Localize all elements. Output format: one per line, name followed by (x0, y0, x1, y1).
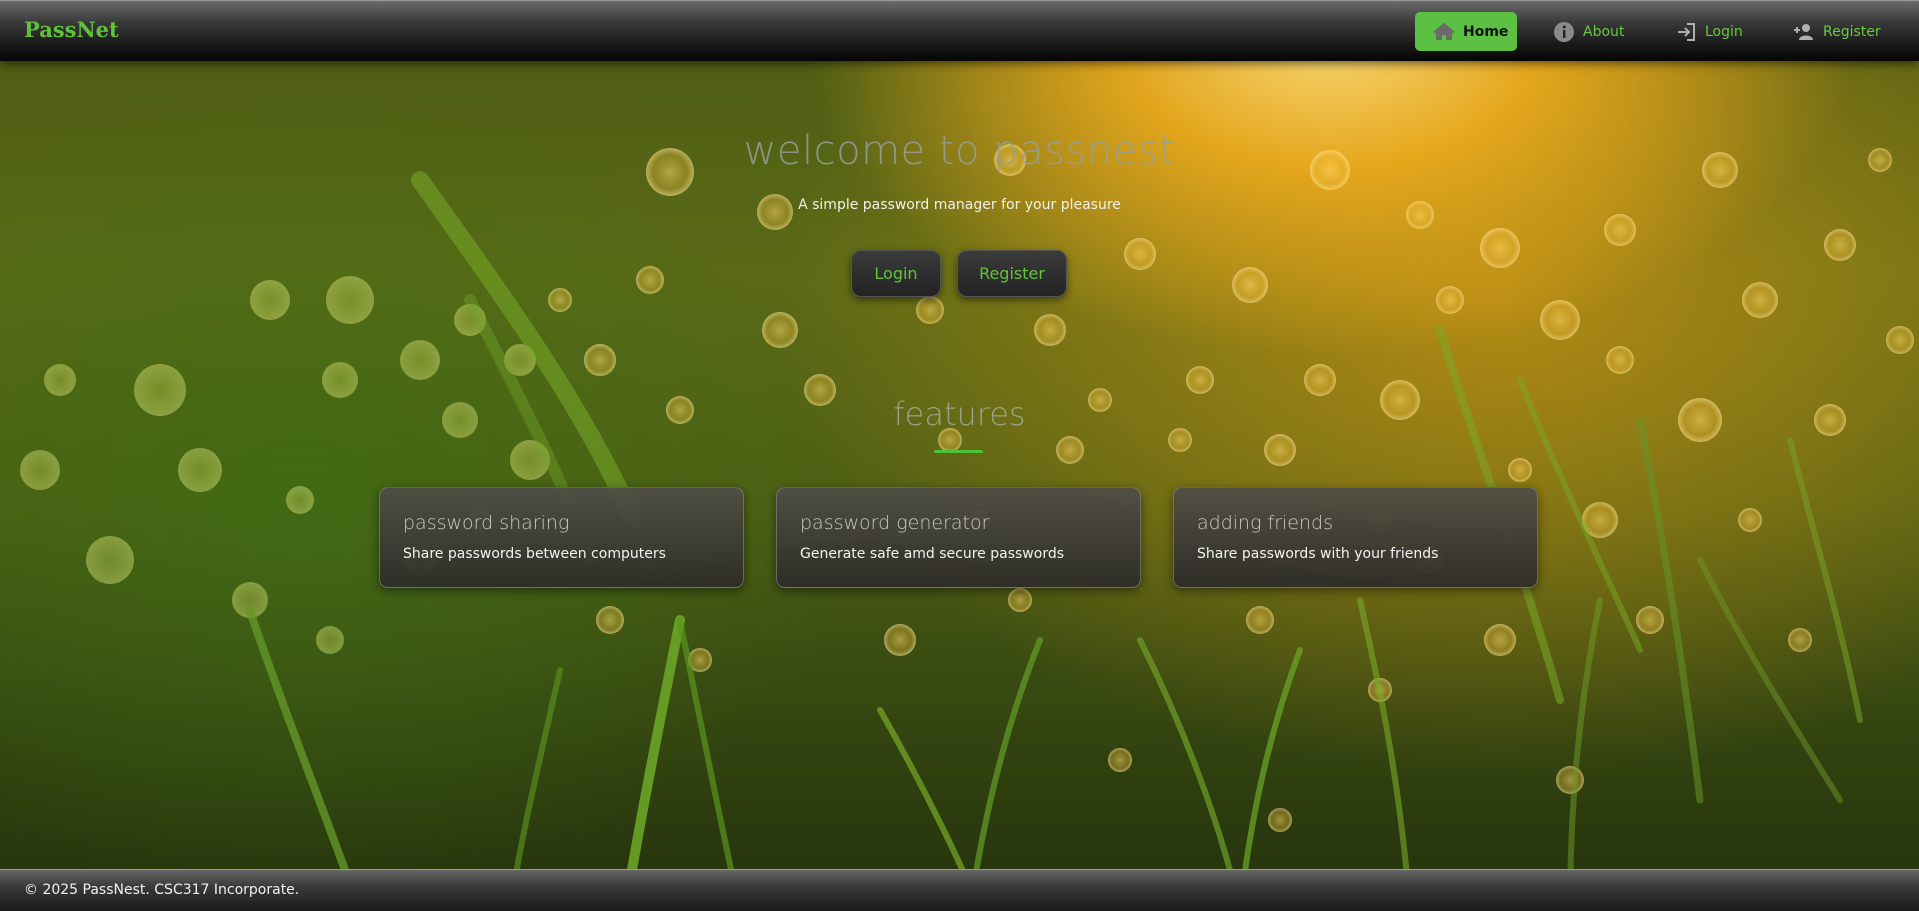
brand-logo[interactable]: PassNet (24, 17, 119, 42)
top-navbar: PassNet Home About Login Register (0, 0, 1919, 61)
page-footer: © 2025 PassNest. CSC317 Incorporate. (0, 869, 1919, 911)
nav-login[interactable]: Login (1657, 12, 1761, 51)
feature-card-description: Share passwords between computers (403, 546, 666, 562)
home-icon (1433, 21, 1455, 43)
nav-register-label: Register (1823, 23, 1881, 40)
nav-about-label: About (1583, 23, 1625, 40)
add-user-icon (1793, 21, 1815, 43)
nav-login-label: Login (1705, 23, 1743, 40)
feature-card-title: password sharing (403, 512, 570, 534)
hero-login-button[interactable]: Login (851, 250, 941, 297)
feature-card-description: Share passwords with your friends (1197, 546, 1439, 562)
nav-home[interactable]: Home (1415, 12, 1517, 51)
footer-copyright: © 2025 PassNest. CSC317 Incorporate. (24, 882, 300, 898)
features-underline (934, 450, 983, 453)
feature-card-adding-friends: adding friends Share passwords with your… (1173, 487, 1538, 588)
hero-subtitle: A simple password manager for your pleas… (798, 197, 1121, 213)
nav-about[interactable]: About (1535, 12, 1642, 51)
features-heading: features (893, 395, 1026, 433)
nav-home-label: Home (1463, 23, 1509, 40)
feature-card-password-generator: password generator Generate safe amd sec… (776, 487, 1141, 588)
feature-card-password-sharing: password sharing Share passwords between… (379, 487, 744, 588)
hero-title: welcome to passnest (743, 128, 1176, 174)
hero-register-button[interactable]: Register (957, 250, 1067, 297)
feature-card-title: adding friends (1197, 512, 1333, 534)
nav-register[interactable]: Register (1775, 12, 1899, 51)
feature-card-title: password generator (800, 512, 990, 534)
login-icon (1675, 21, 1697, 43)
info-icon (1553, 21, 1575, 43)
feature-card-description: Generate safe amd secure passwords (800, 546, 1065, 562)
